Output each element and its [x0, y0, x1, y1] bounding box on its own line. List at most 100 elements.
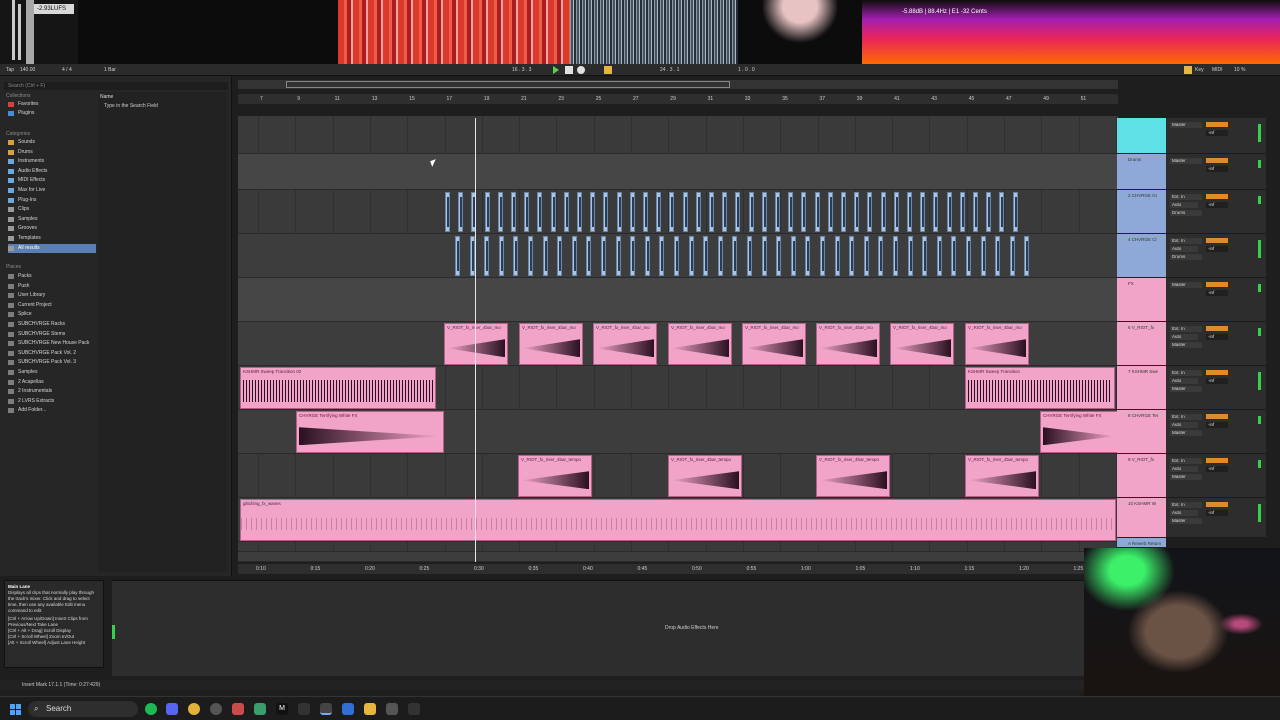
beat-ruler[interactable]: 7 9 11 13 15 17 19 21 23 25 27 29 31 33 35 37 39 41 43 45 47… — [238, 94, 1118, 104]
place-item[interactable]: User Library — [8, 291, 96, 300]
browser-search-input[interactable]: Search (Ctrl + F) — [4, 82, 228, 90]
audio-clip[interactable]: glitching_fx_waves — [240, 499, 1116, 541]
category-item[interactable]: All results — [8, 243, 96, 253]
input-select[interactable]: Master — [1170, 122, 1202, 128]
place-item[interactable]: SUBCHVRGE New House Pack — [8, 339, 96, 348]
input-select[interactable]: Ext. In — [1170, 194, 1202, 200]
drum-clip[interactable] — [834, 236, 840, 276]
drum-clip[interactable] — [557, 236, 563, 276]
drum-clip[interactable] — [959, 192, 965, 232]
track-activator[interactable] — [1206, 458, 1228, 463]
drum-clip[interactable] — [761, 192, 767, 232]
track-activator[interactable] — [1206, 370, 1228, 375]
monitor-auto[interactable]: Auto — [1170, 334, 1198, 340]
output-select[interactable]: Master — [1170, 430, 1202, 436]
drum-clip[interactable] — [788, 192, 794, 232]
place-item[interactable]: 2 Instrumentals — [8, 387, 96, 396]
drum-clip[interactable] — [542, 236, 548, 276]
drum-clip[interactable] — [586, 236, 592, 276]
pdf-icon[interactable] — [232, 703, 244, 715]
drum-clip[interactable] — [827, 192, 833, 232]
place-item[interactable]: Current Project — [8, 301, 96, 310]
ableton-icon[interactable] — [320, 703, 332, 715]
drum-clip[interactable] — [776, 236, 782, 276]
volume-field[interactable]: -inf — [1206, 130, 1228, 136]
output-select[interactable]: Master — [1170, 342, 1202, 348]
track-header[interactable]: 4 CHVRGE Cl — [1117, 234, 1166, 278]
place-item[interactable]: Push — [8, 282, 96, 291]
position-field[interactable]: 16 . 3 . 3 — [512, 67, 531, 73]
volume-field[interactable]: -inf — [1206, 246, 1228, 252]
drum-clip[interactable] — [695, 192, 701, 232]
drum-clip[interactable] — [511, 192, 516, 232]
input-select[interactable]: Ext. In — [1170, 414, 1202, 420]
drum-clip[interactable] — [1012, 192, 1018, 232]
drum-clip[interactable] — [629, 192, 635, 232]
track-header[interactable]: 10 KSHMR W — [1117, 498, 1166, 538]
drum-clip[interactable] — [674, 236, 679, 276]
track-lane[interactable] — [238, 552, 1118, 562]
audio-clip[interactable]: V_RIOT_fx_riser_4bar_tempo — [668, 455, 742, 497]
audio-clip[interactable]: V_RIOT_fx_riser_4bar_mo — [742, 323, 806, 365]
track-header[interactable]: 7 KSHMR Swe — [1117, 366, 1166, 410]
input-select[interactable]: Master — [1170, 282, 1202, 288]
audio-clip[interactable]: KSHMR Sweep Transition — [965, 367, 1115, 409]
discord-icon[interactable] — [166, 703, 178, 715]
pointer-app-icon[interactable] — [298, 703, 310, 715]
drum-clip[interactable] — [603, 192, 609, 232]
track-activator[interactable] — [1206, 282, 1228, 287]
drum-clip[interactable] — [907, 236, 913, 276]
drum-clip[interactable] — [986, 192, 992, 232]
volume-field[interactable]: -inf — [1206, 422, 1228, 428]
category-item[interactable]: Sounds — [8, 138, 96, 147]
app-icon[interactable] — [254, 703, 266, 715]
audio-clip[interactable]: V_RIOT_fx_riser_4bar_tempo — [518, 455, 592, 497]
drum-clip[interactable] — [973, 192, 978, 232]
input-select[interactable]: Ext. In — [1170, 326, 1202, 332]
drum-clip[interactable] — [747, 236, 752, 276]
place-item[interactable]: Packs — [8, 272, 96, 281]
overview-window[interactable] — [286, 81, 730, 88]
category-item[interactable]: Grooves — [8, 224, 96, 233]
drum-clip[interactable] — [951, 236, 957, 276]
drum-clip[interactable] — [936, 236, 942, 276]
audio-clip[interactable]: V_RIOT_fx_riser_4bar_mo — [593, 323, 657, 365]
drum-clip[interactable] — [722, 192, 728, 232]
drum-clip[interactable] — [893, 192, 899, 232]
place-item[interactable]: SUBCHVRGE Pack Vol. 3 — [8, 358, 96, 367]
drum-clip[interactable] — [513, 236, 519, 276]
place-item[interactable]: Add Folder... — [8, 406, 96, 415]
track-activator[interactable] — [1206, 122, 1228, 127]
drum-clip[interactable] — [735, 192, 741, 232]
drum-clip[interactable] — [537, 192, 543, 232]
volume-field[interactable]: -inf — [1206, 334, 1228, 340]
drum-clip[interactable] — [1024, 236, 1030, 276]
collection-plugins[interactable]: Plugins — [8, 109, 96, 118]
drum-clip[interactable] — [999, 192, 1005, 232]
category-item[interactable]: Audio Effects — [8, 167, 96, 176]
place-item[interactable]: SUBCHVRGE Pack Vol. 2 — [8, 349, 96, 358]
track-header[interactable] — [1117, 118, 1166, 154]
track-header[interactable]: FX — [1117, 278, 1166, 322]
audio-clip[interactable]: CHVRGE Terrifying White FX — [296, 411, 444, 453]
drum-clip[interactable] — [643, 192, 648, 232]
time-ruler[interactable]: 0:10 0:15 0:20 0:25 0:30 0:35 0:40 0:45 0:50 0:55… — [238, 564, 1118, 574]
spotify-icon[interactable] — [145, 703, 157, 715]
monitor-auto[interactable]: Auto — [1170, 422, 1198, 428]
app2-icon[interactable] — [342, 703, 354, 715]
drum-clip[interactable] — [703, 236, 709, 276]
volume-field[interactable]: -inf — [1206, 166, 1228, 172]
category-item[interactable]: Max for Live — [8, 186, 96, 195]
place-item[interactable]: SUBCHVRGE Racks — [8, 320, 96, 329]
drum-clip[interactable] — [682, 192, 688, 232]
monitor-auto[interactable]: Auto — [1170, 466, 1198, 472]
output-select[interactable]: Master — [1170, 474, 1202, 480]
loop-length-field[interactable]: 1 . 0 . 0 — [738, 67, 755, 73]
audio-clip[interactable]: V_RIOT_fx_riser_4bar_tempo — [965, 455, 1039, 497]
drum-clip[interactable] — [966, 236, 971, 276]
category-item[interactable]: MIDI Effects — [8, 176, 96, 185]
collection-favorites[interactable]: Favorites — [8, 100, 96, 109]
tap-button[interactable]: Tap — [6, 67, 14, 73]
app4-icon[interactable] — [408, 703, 420, 715]
time-signature[interactable]: 4 / 4 — [62, 67, 72, 73]
